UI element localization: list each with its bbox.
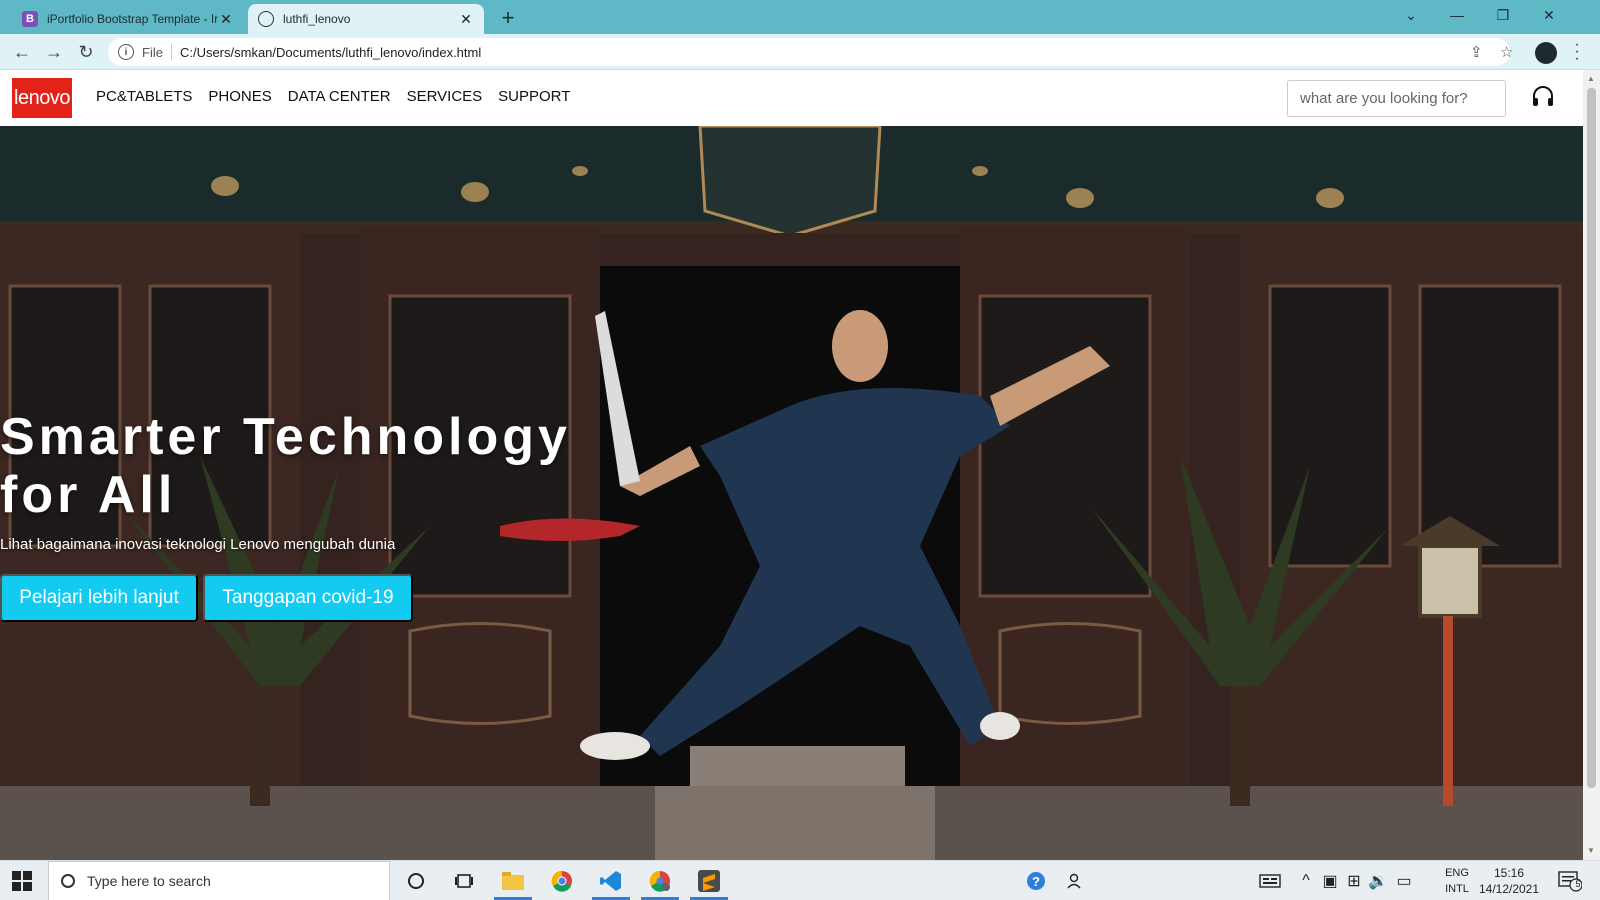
globe-icon [258,11,274,27]
back-arrow-icon[interactable]: ← [10,40,34,64]
scheme-label: File [142,44,163,60]
people-icon[interactable] [1062,867,1090,895]
nav-item-services[interactable]: SERVICES [407,88,483,105]
nav-item-pc-tablets[interactable]: PC&TABLETS [96,88,192,105]
page-scrollbar[interactable]: ▲ ▼ [1583,70,1600,860]
windows-taskbar: Type here to search ? ^ ▣ ⊞ 🔉 ▭ ENG INTL… [0,860,1600,900]
bootstrap-icon: B [22,11,38,27]
notification-count: 5 [1575,879,1581,889]
language-code: ENG [1445,867,1469,879]
sublime-text-icon[interactable] [695,867,723,895]
site-navbar: lenovo PC&TABLETS PHONES DATA CENTER SER… [0,70,1583,126]
chrome-icon[interactable] [548,867,576,895]
divider [170,44,172,60]
minimize-button[interactable]: — [1434,0,1480,30]
scroll-down-icon[interactable]: ▼ [1587,846,1595,855]
browser-menu-icon[interactable]: · · · [1572,37,1582,67]
file-explorer-icon[interactable] [499,867,527,895]
learn-more-button[interactable]: Pelajari lebih lanjut [0,574,198,622]
new-tab-button[interactable]: + [496,5,520,31]
tab-title: luthfi_lenovo [283,12,351,26]
hero-title: Smarter Technology for All [0,408,571,524]
scrollbar-thumb[interactable] [1587,88,1596,788]
notifications-icon[interactable]: 5 [1556,867,1584,895]
info-icon[interactable]: i [118,44,134,60]
covid-response-button[interactable]: Tanggapan covid-19 [203,574,413,622]
svg-text:?: ? [1032,874,1040,889]
search-icon [61,874,75,888]
share-icon[interactable]: ⇪ [1470,43,1483,61]
vscode-icon[interactable] [597,867,625,895]
nav-item-phones[interactable]: PHONES [208,88,271,105]
help-icon[interactable]: ? [1022,867,1050,895]
volume-icon[interactable]: 🔉 [1364,867,1392,895]
display-icon[interactable]: ▭ [1390,867,1418,895]
tab-title: iPortfolio Bootstrap Template - In [47,12,218,26]
taskbar-search-box[interactable]: Type here to search [48,861,390,900]
hero-subtitle: Lihat bagaimana inovasi teknologi Lenovo… [0,536,396,553]
nav-item-data-center[interactable]: DATA CENTER [288,88,391,105]
system-clock[interactable]: 15:16 14/12/2021 [1478,865,1540,897]
windows-start-icon[interactable] [12,871,32,891]
lenovo-logo[interactable]: lenovo [12,78,72,118]
main-menu: PC&TABLETS PHONES DATA CENTER SERVICES S… [96,88,570,105]
tab-search-icon[interactable]: ⌄ [1388,0,1434,30]
headset-support-icon[interactable] [1530,84,1556,110]
close-icon[interactable]: ✕ [458,11,474,28]
restore-button[interactable]: ❐ [1480,0,1526,30]
page-viewport: lenovo PC&TABLETS PHONES DATA CENTER SER… [0,70,1583,860]
clock-time: 15:16 [1493,866,1525,880]
chrome-profile-icon[interactable] [646,867,674,895]
browser-tab-strip: B iPortfolio Bootstrap Template - In ✕ l… [0,0,1600,34]
browser-toolbar: ← → ↻ i File C:/Users/smkan/Documents/lu… [0,34,1600,70]
language-indicator[interactable]: ENG INTL [1440,865,1474,897]
forward-arrow-icon[interactable]: → [42,40,66,64]
browser-tab-luthfi-lenovo[interactable]: luthfi_lenovo ✕ [248,4,484,34]
keyboard-layout: INTL [1445,883,1469,895]
taskbar-search-placeholder: Type here to search [87,873,211,889]
task-view-icon[interactable] [450,867,478,895]
hero-banner: Smarter Technology for All Lihat bagaima… [0,126,1583,860]
clock-date: 14/12/2021 [1478,882,1540,896]
site-search-input[interactable] [1287,80,1506,117]
address-bar[interactable]: i File C:/Users/smkan/Documents/luthfi_l… [108,38,1513,66]
profile-avatar-icon[interactable] [1535,42,1557,64]
browser-tab-iportfolio[interactable]: B iPortfolio Bootstrap Template - In ✕ [12,4,244,34]
cortana-circle-icon[interactable] [402,867,430,895]
window-close-button[interactable]: ✕ [1526,0,1572,30]
keyboard-icon[interactable] [1256,867,1284,895]
reload-icon[interactable]: ↻ [74,40,98,64]
scroll-up-icon[interactable]: ▲ [1587,74,1595,83]
url-text[interactable]: C:/Users/smkan/Documents/luthfi_lenovo/i… [180,45,481,60]
nav-item-support[interactable]: SUPPORT [498,88,570,105]
bookmark-star-icon[interactable]: ☆ [1500,43,1513,61]
close-icon[interactable]: ✕ [218,11,234,28]
